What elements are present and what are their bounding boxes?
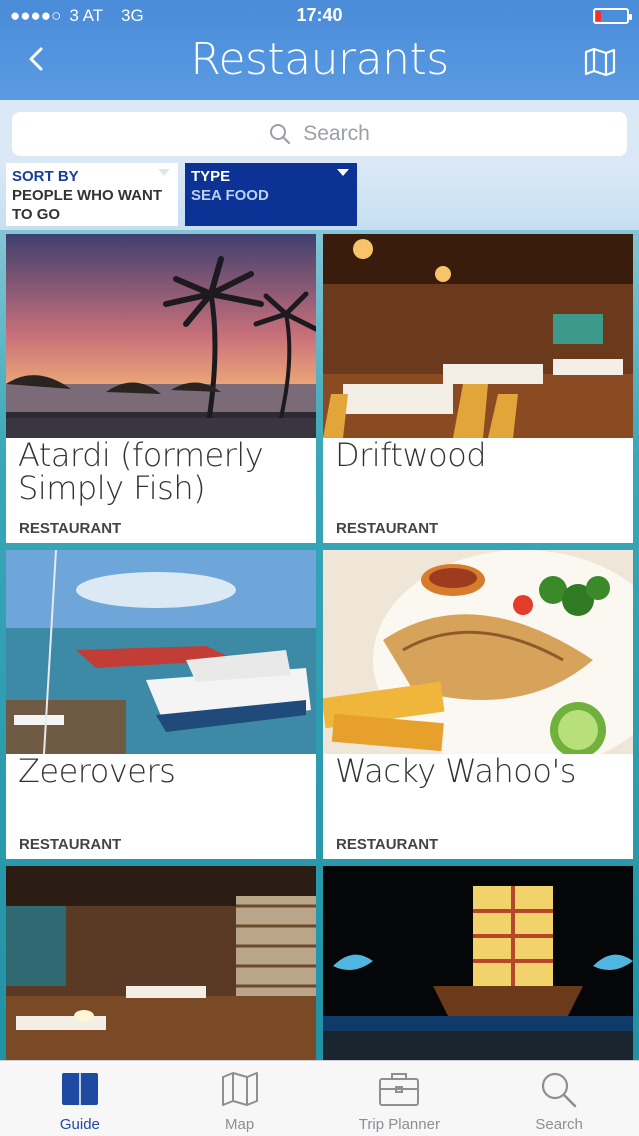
- restaurant-grid: Atardi (formerly Simply Fish) RESTAURANT…: [6, 234, 633, 1060]
- sort-by-label: SORT BY: [12, 168, 79, 185]
- page-title: Restaurants: [190, 34, 449, 85]
- filter-bar: SORT BY PEOPLE WHO WANT TO GO TYPE SEA F…: [0, 162, 639, 230]
- tab-label: Trip Planner: [358, 1116, 440, 1133]
- search-input[interactable]: Search: [12, 112, 627, 156]
- navigation-bar: ●●●●○ 3 AT 3G 17:40 Restaurants: [0, 0, 639, 100]
- restaurant-card[interactable]: Zeerovers RESTAURANT: [6, 550, 316, 859]
- restaurant-photo-wine-bar: [6, 866, 316, 1060]
- status-bar: ●●●●○ 3 AT 3G 17:40: [0, 0, 639, 32]
- restaurant-card[interactable]: [323, 866, 633, 1060]
- restaurant-photo-boats-dock: [6, 550, 316, 754]
- status-time: 17:40: [296, 5, 343, 25]
- tab-label: Search: [535, 1116, 583, 1133]
- search-placeholder: Search: [303, 122, 370, 145]
- restaurant-card[interactable]: Wacky Wahoo's RESTAURANT: [323, 550, 633, 859]
- restaurant-category: RESTAURANT: [19, 836, 122, 853]
- sort-by-value: PEOPLE WHO WANT TO GO: [12, 187, 162, 223]
- restaurant-name: Atardi (formerly Simply Fish): [18, 436, 264, 507]
- map-icon: [221, 1072, 258, 1106]
- type-dropdown[interactable]: TYPE SEA FOOD: [185, 163, 357, 226]
- restaurant-category: RESTAURANT: [336, 836, 439, 853]
- search-icon: [542, 1072, 577, 1108]
- search-icon: [270, 124, 291, 145]
- type-label: TYPE: [191, 168, 231, 185]
- restaurant-name: Wacky Wahoo's: [335, 752, 576, 790]
- tab-trip-planner[interactable]: Trip Planner: [320, 1061, 480, 1136]
- restaurant-category: RESTAURANT: [336, 520, 439, 537]
- search-area: Search: [0, 100, 639, 162]
- tab-bar: Guide Map Trip Planner Search: [0, 1060, 639, 1136]
- restaurant-card[interactable]: Atardi (formerly Simply Fish) RESTAURANT: [6, 234, 316, 543]
- sort-by-dropdown[interactable]: SORT BY PEOPLE WHO WANT TO GO: [6, 163, 178, 226]
- restaurant-photo-fish-plate: [323, 550, 633, 754]
- tab-search[interactable]: Search: [479, 1061, 639, 1136]
- battery-level: [596, 11, 601, 21]
- tab-label: Guide: [59, 1116, 100, 1133]
- chevron-down-icon: [337, 169, 349, 176]
- chevron-down-icon: [158, 169, 170, 176]
- restaurant-name: Driftwood: [335, 436, 487, 474]
- tab-map[interactable]: Map: [160, 1061, 320, 1136]
- type-value: SEA FOOD: [191, 187, 269, 204]
- restaurant-photo-pirate-ship: [323, 866, 633, 1060]
- restaurant-card[interactable]: Driftwood RESTAURANT: [323, 234, 633, 543]
- book-icon: [61, 1073, 98, 1105]
- tab-guide[interactable]: Guide: [0, 1061, 160, 1136]
- map-icon: [584, 47, 616, 77]
- battery-icon: [593, 8, 632, 24]
- restaurant-category: RESTAURANT: [19, 520, 122, 537]
- restaurant-card[interactable]: [6, 866, 316, 1060]
- restaurant-name: Zeerovers: [18, 752, 176, 790]
- restaurant-photo-beach-sunset: [6, 234, 316, 438]
- tab-label: Map: [225, 1116, 255, 1133]
- restaurant-photo-dining-room: [323, 234, 633, 438]
- briefcase-icon: [379, 1073, 420, 1106]
- map-button[interactable]: [583, 46, 617, 78]
